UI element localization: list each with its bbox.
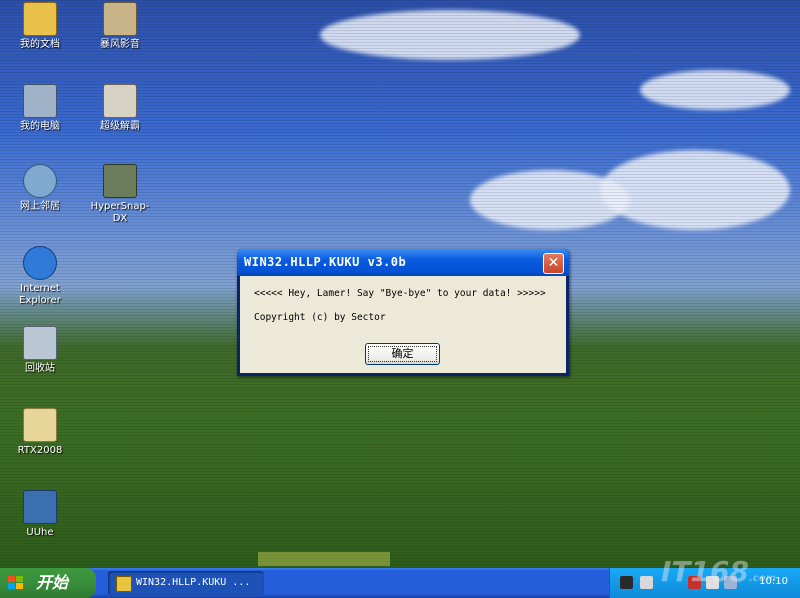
dialog-title: WIN32.HLLP.KUKU v3.0b	[244, 255, 407, 269]
close-button[interactable]: ✕	[543, 253, 564, 274]
desktop-icon-rtx[interactable]: RTX2008	[4, 408, 76, 457]
ie-icon	[23, 246, 57, 280]
desktop-icon-label: 我的文档	[20, 39, 60, 50]
cloud	[600, 150, 790, 230]
desktop-icon-label: 暴风影音	[100, 39, 140, 50]
network-icon	[23, 164, 57, 198]
windows-logo-icon	[8, 576, 23, 589]
dialog-message: <<<<< Hey, Lamer! Say "Bye-bye" to your …	[254, 288, 546, 299]
desktop-icon-uuhe[interactable]: UUhe	[4, 490, 76, 539]
cloud	[470, 170, 630, 230]
desktop-icon-label: HyperSnap-DX	[90, 201, 150, 224]
watermark-text: IT168	[661, 555, 749, 588]
start-label: 开始	[36, 573, 69, 592]
app-window-icon	[116, 576, 132, 592]
desktop-icon-label: 网上邻居	[20, 201, 60, 212]
watermark-suffix: .com	[748, 573, 776, 584]
desktop-icon-label: RTX2008	[17, 445, 63, 456]
watermark-logo: IT168.com	[661, 555, 776, 588]
dialog-body: <<<<< Hey, Lamer! Say "Bye-bye" to your …	[240, 276, 566, 373]
tray-keyboard-icon[interactable]	[620, 576, 633, 589]
close-icon: ✕	[547, 255, 560, 271]
shortcut-icon	[23, 490, 57, 524]
player-icon	[103, 2, 137, 36]
dialog-copyright: Copyright (c) by Sector	[254, 312, 386, 323]
desktop-icon-internet-explorer[interactable]: Internet Explorer	[4, 246, 76, 307]
cloud	[640, 70, 790, 110]
message-dialog: WIN32.HLLP.KUKU v3.0b ✕ <<<<< Hey, Lamer…	[237, 249, 569, 376]
app-icon	[103, 84, 137, 118]
taskbar-window-label: WIN32.HLLP.KUKU ...	[136, 577, 251, 588]
desktop-icon-super-decoder[interactable]: 超级解霸	[84, 84, 156, 133]
dialog-titlebar[interactable]: WIN32.HLLP.KUKU v3.0b ✕	[237, 249, 569, 276]
tray-document-icon[interactable]	[640, 576, 653, 589]
desktop-icon-label: Internet Explorer	[19, 283, 61, 306]
ok-button-label: 确定	[391, 347, 414, 360]
recycle-bin-icon	[23, 326, 57, 360]
tooltip-remnant	[258, 552, 390, 566]
desktop-icon-network[interactable]: 网上邻居	[4, 164, 76, 213]
desktop-icon-storm-player[interactable]: 暴风影音	[84, 2, 156, 51]
desktop-icon-my-computer[interactable]: 我的电脑	[4, 84, 76, 133]
desktop-icon-label: 超级解霸	[100, 121, 140, 132]
folder-icon	[23, 2, 57, 36]
folder-icon	[23, 408, 57, 442]
desktop-icon-hypersnap[interactable]: HyperSnap-DX	[84, 164, 156, 225]
desktop-icon-label: UUhe	[26, 527, 54, 538]
desktop-icon-recycle-bin[interactable]: 回收站	[4, 326, 76, 375]
desktop-icon-label: 回收站	[25, 363, 55, 374]
camera-icon	[103, 164, 137, 198]
desktop-icon-label: 我的电脑	[20, 121, 60, 132]
ok-button[interactable]: 确定	[365, 343, 440, 365]
start-button[interactable]: 开始	[0, 568, 96, 598]
taskbar-window-button[interactable]: WIN32.HLLP.KUKU ...	[108, 571, 264, 595]
cloud	[320, 10, 580, 60]
desktop-icon-my-documents[interactable]: 我的文档	[4, 2, 76, 51]
computer-icon	[23, 84, 57, 118]
